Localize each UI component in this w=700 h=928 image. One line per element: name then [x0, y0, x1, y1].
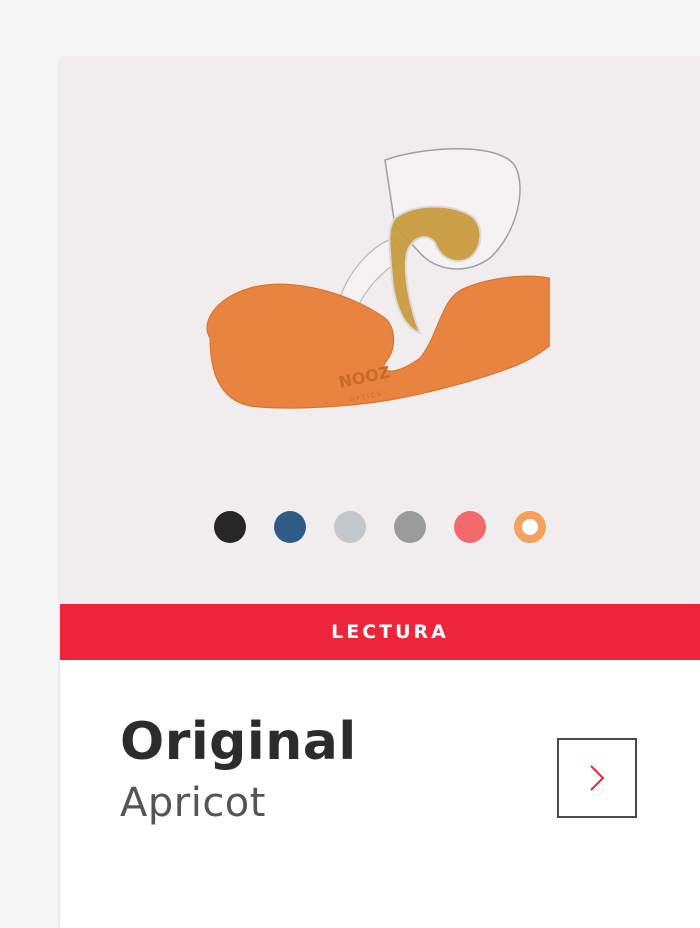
color-swatches [214, 511, 546, 543]
product-subtitle: Apricot [120, 780, 266, 826]
swatch-grey[interactable] [394, 511, 426, 543]
product-image-area: NOOZ OPTICS [60, 58, 700, 604]
product-card: NOOZ OPTICS LECTURA Original Apricot [60, 58, 700, 928]
product-image[interactable]: NOOZ OPTICS [200, 148, 550, 428]
product-title: Original [120, 712, 357, 772]
swatch-black[interactable] [214, 511, 246, 543]
glasses-case [206, 275, 550, 409]
next-button[interactable] [557, 738, 637, 818]
swatch-apricot-selected[interactable] [514, 511, 546, 543]
category-banner: LECTURA [60, 604, 700, 660]
swatch-light-grey[interactable] [334, 511, 366, 543]
swatch-blue[interactable] [274, 511, 306, 543]
chevron-right-icon [590, 765, 605, 791]
swatch-coral[interactable] [454, 511, 486, 543]
